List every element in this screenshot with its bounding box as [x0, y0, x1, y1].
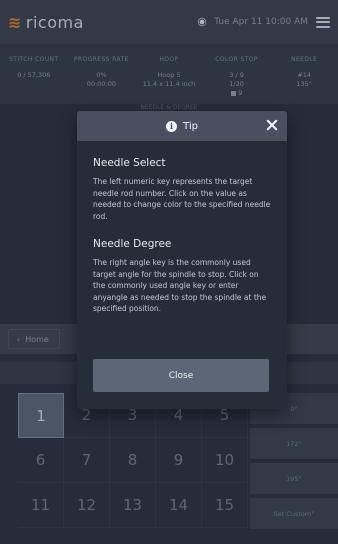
close-icon[interactable]	[265, 118, 279, 132]
dialog-header: i Tip	[77, 111, 287, 141]
section-text: The right angle key is the commonly used…	[93, 258, 267, 313]
tip-dialog: i Tip Needle Select The left numeric key…	[77, 111, 287, 409]
section-title: Needle Select	[93, 157, 166, 169]
section-text: The left numeric key represents the targ…	[93, 177, 271, 221]
section-title: Needle Degree	[93, 238, 172, 250]
dialog-title: Tip	[183, 120, 198, 132]
tip-section-needle-select: Needle Select The left numeric key repre…	[93, 157, 272, 222]
info-icon: i	[166, 120, 178, 132]
tip-section-needle-degree: Needle Degree The right angle key is the…	[93, 238, 272, 315]
dialog-body: Needle Select The left numeric key repre…	[77, 141, 287, 315]
close-button[interactable]: Close	[93, 359, 269, 392]
